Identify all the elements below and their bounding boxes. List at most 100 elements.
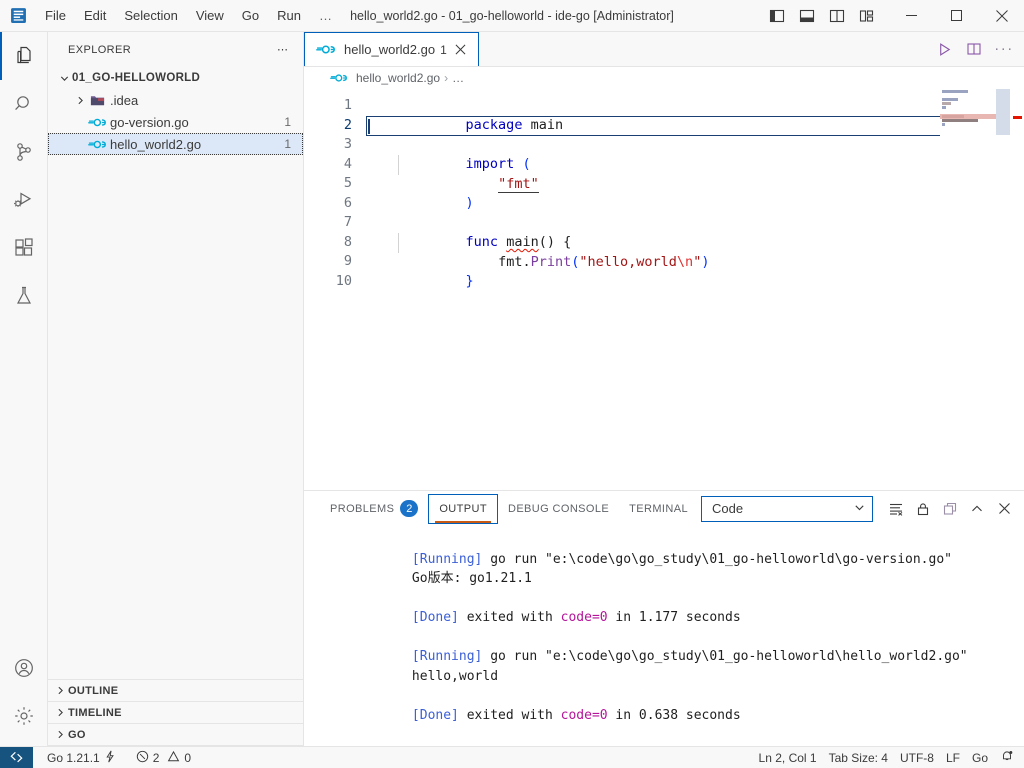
run-code-button[interactable] — [930, 35, 958, 63]
output-line: [Running] go run "e:\code\go\go_study\01… — [318, 530, 1024, 567]
close-panel-button[interactable] — [992, 497, 1016, 521]
maximize-panel-button[interactable] — [965, 497, 989, 521]
panel-tab-debug-console[interactable]: DEBUG CONSOLE — [498, 491, 619, 526]
editor-tab-hello-world2[interactable]: hello_world2.go 1 — [304, 32, 479, 66]
bell-dot-icon — [1000, 749, 1014, 766]
vscode-window: File Edit Selection View Go Run … hello_… — [0, 0, 1024, 768]
editor-minimap[interactable] — [940, 89, 1010, 490]
menu-edit[interactable]: Edit — [75, 0, 115, 31]
toggle-panel-icon[interactable] — [793, 2, 821, 30]
status-remote-window[interactable] — [0, 746, 33, 768]
chevron-right-icon — [52, 729, 68, 740]
menu-selection[interactable]: Selection — [115, 0, 186, 31]
panel-tab-terminal[interactable]: TERMINAL — [619, 491, 698, 526]
maximize-button[interactable] — [934, 0, 979, 31]
output-view[interactable]: [Running] go run "e:\code\go\go_study\01… — [304, 526, 1024, 746]
tree-item-root-folder[interactable]: 01_GO-HELLOWORLD — [48, 67, 303, 89]
sidebar-section-label: GO — [68, 728, 86, 741]
activity-source-control[interactable] — [0, 128, 48, 176]
sidebar-section-timeline[interactable]: TIMELINE — [48, 702, 303, 724]
output-token: [Done] — [411, 610, 459, 625]
sidebar-section-label: OUTLINE — [68, 684, 119, 697]
tree-problem-count: 1 — [284, 137, 291, 151]
tree-problem-count: 1 — [284, 115, 291, 129]
status-tab-size[interactable]: Tab Size: 4 — [823, 747, 894, 768]
status-encoding[interactable]: UTF-8 — [894, 747, 940, 768]
menu-view[interactable]: View — [187, 0, 233, 31]
explorer-more-actions-button[interactable]: ⋯ — [271, 43, 295, 56]
breadcrumb-item-more[interactable]: … — [452, 71, 464, 85]
status-eol[interactable]: LF — [940, 747, 966, 768]
code-content[interactable]: package main import ( "fmt" ) func main(… — [366, 89, 1024, 490]
panel-tab-problems[interactable]: PROBLEMS 2 — [320, 491, 428, 526]
menu-file[interactable]: File — [36, 0, 75, 31]
status-language-mode[interactable]: Go — [966, 747, 994, 768]
split-editor-button[interactable] — [960, 35, 988, 63]
explorer-sidebar: EXPLORER ⋯ 01_GO-HELLOWORLD .idea go-ver… — [48, 32, 304, 746]
vscode-logo-icon — [0, 7, 36, 24]
minimap-slider[interactable] — [996, 89, 1010, 135]
output-token: code=0 — [560, 610, 608, 625]
chevron-right-icon: › — [444, 71, 449, 85]
code-editor[interactable]: 1 2 3 4 5 6 7 8 9 10 package main import… — [304, 89, 1024, 490]
menu-run[interactable]: Run — [268, 0, 310, 31]
clear-output-button[interactable] — [884, 497, 908, 521]
chevron-down-icon — [853, 501, 866, 517]
indent-guide — [398, 233, 399, 253]
editor-group: hello_world2.go 1 ··· hello_world2.go › … — [304, 32, 1024, 746]
status-cursor-position[interactable]: Ln 2, Col 1 — [753, 747, 823, 768]
text-cursor — [368, 118, 370, 134]
editor-more-actions-button[interactable]: ··· — [990, 35, 1018, 63]
status-go-version[interactable]: Go 1.21.1 — [41, 747, 122, 768]
line-number: 7 — [343, 214, 352, 230]
sidebar-section-go[interactable]: GO — [48, 724, 303, 746]
output-channel-select[interactable]: Code — [701, 495, 873, 522]
code-line-1: package main — [366, 96, 1024, 133]
output-token: go run "e:\code\go\go_study\01_go-hellow… — [482, 551, 952, 567]
panel-tab-output[interactable]: OUTPUT — [428, 493, 498, 524]
minimize-button[interactable] — [889, 0, 934, 31]
flash-icon — [104, 750, 116, 766]
code-line-9: } — [366, 253, 1024, 289]
activity-extensions[interactable] — [0, 224, 48, 272]
window-right-controls — [763, 0, 1024, 31]
editor-vertical-scrollbar[interactable] — [1010, 89, 1024, 490]
activity-bar — [0, 32, 48, 746]
breadcrumb-item-file[interactable]: hello_world2.go — [356, 71, 440, 85]
sidebar-section-outline[interactable]: OUTLINE — [48, 680, 303, 702]
sidebar-collapsed-sections: OUTLINE TIMELINE GO — [48, 679, 303, 746]
close-button[interactable] — [979, 0, 1024, 31]
activity-testing[interactable] — [0, 272, 48, 320]
activity-settings[interactable] — [0, 692, 48, 740]
status-notifications[interactable] — [994, 747, 1020, 768]
explorer-header: EXPLORER ⋯ — [48, 32, 303, 67]
menu-more[interactable]: … — [310, 0, 341, 31]
status-problems[interactable]: 2 0 — [130, 747, 197, 768]
line-number: 10 — [335, 272, 352, 289]
problems-count-badge: 2 — [400, 500, 419, 517]
tree-item-idea-folder[interactable]: .idea — [48, 89, 303, 111]
output-token: [Running] — [411, 551, 483, 567]
toggle-primary-sidebar-icon[interactable] — [763, 2, 791, 30]
activity-explorer[interactable] — [0, 32, 48, 80]
activity-search[interactable] — [0, 80, 48, 128]
activity-accounts[interactable] — [0, 644, 48, 692]
title-bar: File Edit Selection View Go Run … hello_… — [0, 0, 1024, 32]
output-token: in 0.638 seconds — [607, 707, 741, 723]
activity-run-debug[interactable] — [0, 176, 48, 224]
customize-layout-icon[interactable] — [853, 2, 881, 30]
lock-scrolling-button[interactable] — [911, 497, 935, 521]
line-number: 4 — [343, 155, 352, 172]
code-line-8: fmt.Print("hello,world\n") — [366, 233, 1024, 270]
editor-tabs-bar: hello_world2.go 1 ··· — [304, 32, 1024, 67]
tree-label-go-version: go-version.go — [110, 114, 189, 130]
open-output-in-editor-button[interactable] — [938, 497, 962, 521]
panel-header: PROBLEMS 2 OUTPUT DEBUG CONSOLE TERMINAL — [304, 491, 1024, 526]
menu-go[interactable]: Go — [233, 0, 268, 31]
code-line-7: func main() { — [366, 214, 1024, 250]
output-token: exited with — [458, 707, 561, 723]
toggle-secondary-sidebar-icon[interactable] — [823, 2, 851, 30]
tree-item-hello-world2-file[interactable]: hello_world2.go 1 — [48, 133, 303, 155]
tree-item-go-version-file[interactable]: go-version.go 1 — [48, 111, 303, 133]
close-icon[interactable] — [452, 41, 470, 59]
